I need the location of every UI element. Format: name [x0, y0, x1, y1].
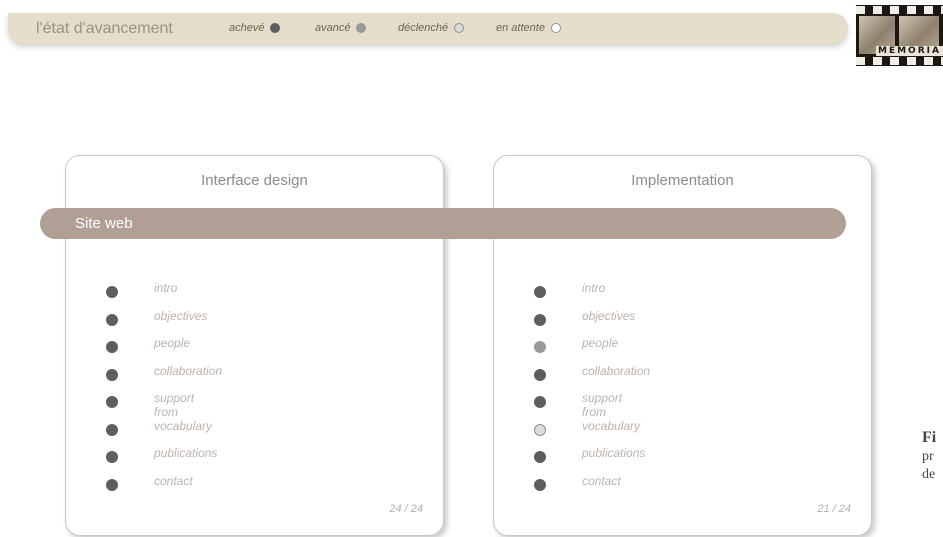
legend-done-label: achevé — [229, 22, 265, 34]
task-label[interactable]: collaboration — [582, 364, 650, 378]
panel-title: Implementation — [631, 172, 734, 189]
status-dot-icon — [534, 478, 546, 491]
task-label[interactable]: intro — [582, 281, 605, 295]
task-label[interactable]: collaboration — [154, 364, 222, 378]
status-dot-icon — [106, 478, 118, 491]
figure-caption: Fi pr de — [922, 428, 936, 484]
section-bar-site-web[interactable]: Site web — [40, 208, 846, 239]
caption-line-1: pr — [922, 449, 934, 464]
status-dot-icon — [356, 23, 367, 33]
status-dot-icon — [534, 368, 546, 381]
legend-started: déclenché — [398, 22, 465, 34]
caption-heading: Fi — [922, 429, 937, 446]
status-dot-icon — [106, 451, 118, 463]
status-title: l'état d'avancement — [36, 20, 173, 37]
progress-count: 21 / 24 — [817, 503, 851, 515]
status-dot-icon — [534, 396, 546, 408]
legend-started-label: déclenché — [398, 22, 449, 34]
section-label: Site web — [75, 215, 133, 232]
status-dot-icon — [534, 451, 546, 463]
memoria-logo[interactable]: MEMORIA — [856, 5, 943, 66]
status-bar: l'état d'avancement achevé avancé déclen… — [8, 13, 848, 44]
status-dot-icon — [534, 423, 546, 436]
task-label[interactable]: support from — [154, 391, 194, 419]
task-label[interactable]: vocabulary — [154, 419, 212, 433]
legend-pending-label: en attente — [496, 22, 545, 34]
status-dot-icon — [106, 396, 118, 408]
status-dot-icon — [550, 23, 561, 33]
legend-advanced-label: avancé — [315, 22, 351, 34]
task-label[interactable]: intro — [154, 281, 177, 295]
legend-advanced: avancé — [315, 22, 367, 34]
task-label[interactable]: support from — [582, 391, 622, 419]
task-label[interactable]: objectives — [154, 309, 207, 323]
task-label[interactable]: people — [582, 336, 618, 350]
task-label[interactable]: publications — [154, 446, 217, 460]
task-label[interactable]: objectives — [582, 309, 635, 323]
film-holes-bottom — [856, 57, 943, 65]
task-label[interactable]: vocabulary — [582, 419, 640, 433]
status-dot-icon — [106, 368, 118, 381]
status-dot-icon — [106, 423, 118, 436]
status-dot-icon — [534, 341, 546, 353]
task-label[interactable]: people — [154, 336, 190, 350]
progress-count: 24 / 24 — [389, 503, 423, 515]
status-dot-icon — [534, 286, 546, 298]
task-label[interactable]: contact — [582, 474, 621, 488]
caption-line-2: de — [922, 467, 936, 482]
legend-done: achevé — [229, 22, 281, 34]
status-dot-icon — [106, 286, 118, 298]
task-label[interactable]: publications — [582, 446, 645, 460]
film-holes-top — [856, 6, 943, 14]
panel-title: Interface design — [201, 172, 308, 189]
status-dot-icon — [534, 313, 546, 326]
status-dot-icon — [454, 23, 465, 33]
task-label[interactable]: contact — [154, 474, 193, 488]
legend-pending: en attente — [496, 22, 561, 34]
logo-text: MEMORIA — [876, 46, 943, 56]
status-dot-icon — [106, 341, 118, 353]
status-dot-icon — [270, 23, 281, 33]
status-dot-icon — [106, 313, 118, 326]
